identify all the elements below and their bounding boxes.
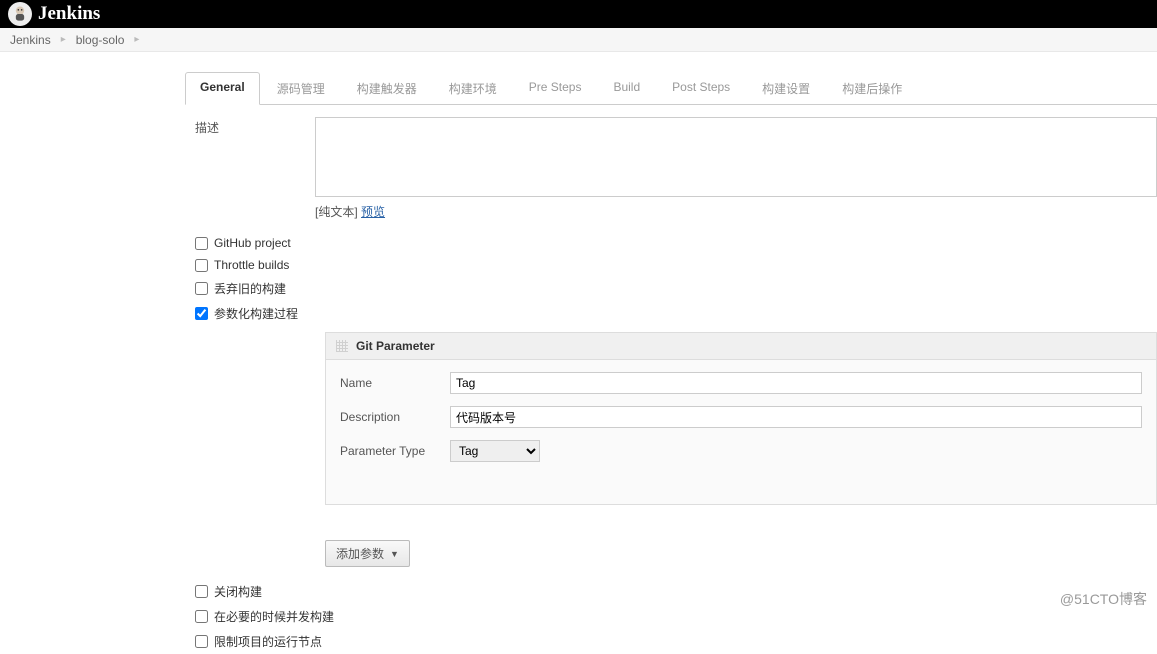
watermark: @51CTO博客 [1060,589,1147,609]
breadcrumb-root[interactable]: Jenkins [10,33,51,47]
tab-build-settings[interactable]: 构建设置 [747,72,825,104]
description-hint: [纯文本] 预览 [315,203,1157,220]
check-discard-old[interactable]: 丢弃旧的构建 [195,276,1157,301]
tab-pre-steps[interactable]: Pre Steps [514,72,597,104]
checkbox-label: 丢弃旧的构建 [214,280,286,297]
param-desc-input[interactable] [450,406,1142,428]
git-parameter-panel: Git Parameter Name Description Parameter… [325,332,1157,505]
checkbox-parameterized[interactable] [195,307,208,320]
check-restrict-node[interactable]: 限制项目的运行节点 [195,629,1157,654]
git-parameter-header: Git Parameter [326,333,1156,360]
check-throttle-builds[interactable]: Throttle builds [195,254,1157,276]
checkbox-throttle[interactable] [195,259,208,272]
plain-text-hint: [纯文本] [315,205,358,219]
tab-scm[interactable]: 源码管理 [262,72,340,104]
check-github-project[interactable]: GitHub project [195,232,1157,254]
checkbox-label: Throttle builds [214,258,289,272]
checkbox-label: 关闭构建 [214,583,262,600]
caret-down-icon: ▼ [390,549,399,559]
general-section: 描述 [纯文本] 预览 GitHub project Throttle buil… [185,105,1157,654]
config-tabs: General 源码管理 构建触发器 构建环境 Pre Steps Build … [185,72,1157,105]
drag-handle-icon[interactable] [336,340,348,352]
chevron-right-icon: ▸ [134,34,139,45]
checkbox-disable[interactable] [195,585,208,598]
tab-triggers[interactable]: 构建触发器 [342,72,432,104]
checkbox-restrict[interactable] [195,635,208,648]
git-parameter-title: Git Parameter [356,339,435,353]
description-label: 描述 [195,117,315,220]
add-parameter-label: 添加参数 [336,545,384,562]
add-parameter-button[interactable]: 添加参数 ▼ [325,540,410,567]
check-disable-build[interactable]: 关闭构建 [195,579,1157,604]
param-type-label: Parameter Type [340,444,450,458]
chevron-right-icon: ▸ [61,34,66,45]
tab-build[interactable]: Build [598,72,655,104]
checkbox-github[interactable] [195,237,208,250]
topbar: Jenkins [0,0,1157,28]
checkbox-discard[interactable] [195,282,208,295]
checkbox-label: 限制项目的运行节点 [214,633,322,650]
param-name-input[interactable] [450,372,1142,394]
breadcrumb-project[interactable]: blog-solo [76,33,125,47]
param-desc-label: Description [340,410,450,424]
checkbox-label: GitHub project [214,236,291,250]
param-type-select[interactable]: Tag [450,440,540,462]
tab-post-build[interactable]: 构建后操作 [827,72,917,104]
topbar-title[interactable]: Jenkins [38,3,100,25]
preview-link[interactable]: 预览 [361,205,385,219]
jenkins-logo-icon[interactable] [8,2,32,26]
tab-build-env[interactable]: 构建环境 [434,72,512,104]
param-name-label: Name [340,376,450,390]
tab-general[interactable]: General [185,72,260,105]
config-content: General 源码管理 构建触发器 构建环境 Pre Steps Build … [0,52,1157,654]
checkbox-label: 参数化构建过程 [214,305,298,322]
check-parameterized[interactable]: 参数化构建过程 [195,301,1157,326]
tab-post-steps[interactable]: Post Steps [657,72,745,104]
description-textarea[interactable] [315,117,1157,197]
breadcrumb: Jenkins ▸ blog-solo ▸ [0,28,1157,52]
